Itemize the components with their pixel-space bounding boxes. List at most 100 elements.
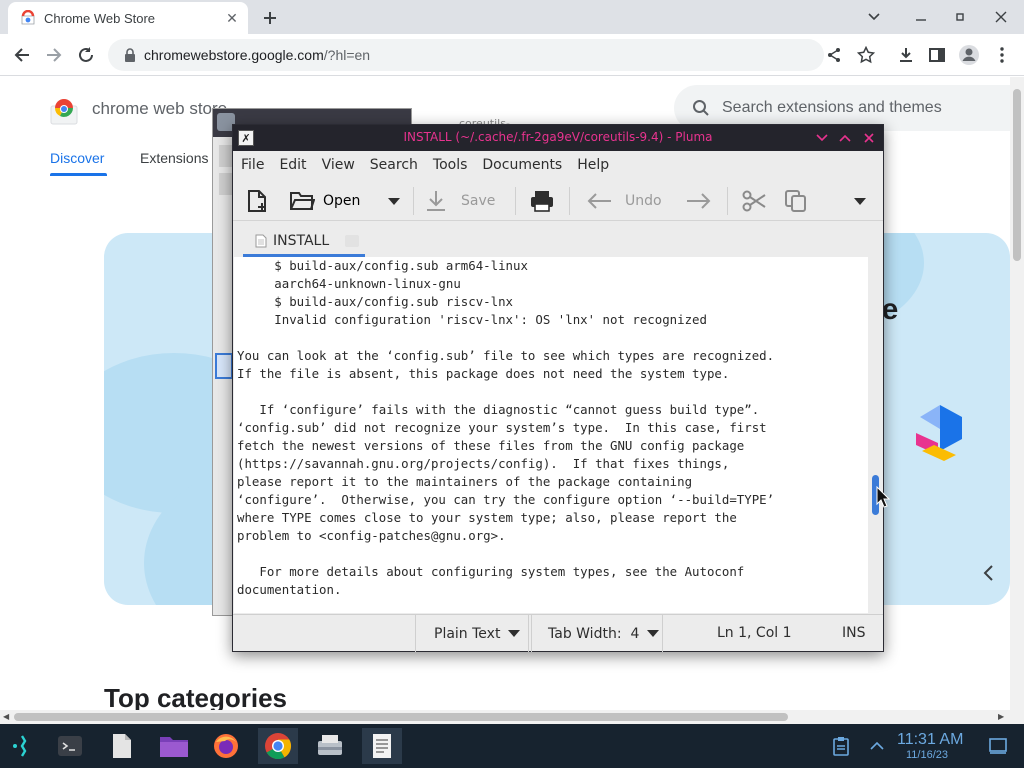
page-vertical-scrollbar[interactable] <box>1010 77 1024 710</box>
copy-icon <box>785 190 806 212</box>
save-download-icon <box>427 191 445 211</box>
chrome-icon[interactable] <box>258 728 298 764</box>
carousel-prev-chevron-icon[interactable] <box>976 561 1000 585</box>
file-manager-folder-icon[interactable] <box>154 728 194 764</box>
cut-button[interactable] <box>741 188 767 214</box>
archive-selected-row[interactable] <box>215 353 233 379</box>
side-panel-icon[interactable] <box>925 43 949 67</box>
scroll-right-arrow-icon[interactable]: ▶ <box>998 712 1004 721</box>
scrollbar-thumb[interactable] <box>14 713 788 721</box>
pluma-taskbar-icon[interactable] <box>362 728 402 764</box>
forward-arrow-icon[interactable] <box>42 43 66 67</box>
clock-date[interactable]: 11/16/23 <box>906 749 948 761</box>
clock-time[interactable]: 11:31 AM <box>897 731 963 749</box>
tab-width-dropdown[interactable]: Tab Width: 4 <box>531 615 663 652</box>
save-button[interactable]: Save <box>425 188 495 214</box>
plus-icon <box>264 12 276 24</box>
menu-file[interactable]: File <box>241 157 264 173</box>
chrome-webstore-favicon <box>21 10 35 25</box>
back-arrow-icon[interactable] <box>10 43 34 67</box>
pluma-statusbar: Plain Text Tab Width: 4 Ln 1, Col 1 INS <box>233 614 883 652</box>
section-heading: Top categories <box>104 683 288 710</box>
menu-edit[interactable]: Edit <box>279 157 306 173</box>
pluma-window-title: INSTALL (~/.cache/.fr-2ga9eV/coreutils-9… <box>403 130 713 144</box>
scrollbar-thumb[interactable] <box>1013 89 1021 261</box>
text-file-icon[interactable] <box>102 728 142 764</box>
cursor-position: Ln 1, Col 1 <box>717 625 792 641</box>
reload-icon[interactable] <box>74 43 98 67</box>
terminal-icon[interactable] <box>50 728 90 764</box>
pluma-window: ✗ INSTALL (~/.cache/.fr-2ga9eV/coreutils… <box>232 124 884 652</box>
taskbar: 11:31 AM 11/16/23 <box>0 724 1024 768</box>
document-tabs: INSTALL <box>233 221 883 257</box>
scroll-left-arrow-icon[interactable]: ◀ <box>3 712 9 721</box>
new-tab-button[interactable] <box>258 6 282 30</box>
download-icon[interactable] <box>894 43 918 67</box>
pluma-titlebar: ✗ INSTALL (~/.cache/.fr-2ga9eV/coreutils… <box>233 125 883 151</box>
profile-avatar-icon[interactable] <box>957 43 981 67</box>
browser-tab-title: Chrome Web Store <box>44 10 156 26</box>
printer-icon <box>531 191 553 212</box>
toolbar-separator <box>515 187 516 215</box>
menu-documents[interactable]: Documents <box>482 157 562 173</box>
toolbar-overflow-dropdown[interactable] <box>854 188 866 214</box>
insert-mode: INS <box>842 625 866 641</box>
maximize-icon[interactable] <box>836 129 854 147</box>
toolbar-separator <box>569 187 570 215</box>
browser-tab[interactable]: Chrome Web Store ✕ <box>8 2 248 34</box>
minimize-icon[interactable] <box>912 8 930 26</box>
scissors-icon <box>742 190 766 212</box>
close-icon[interactable]: ✕ <box>224 10 240 26</box>
address-bar[interactable]: chromewebstore.google.com/?hl=en <box>108 39 824 71</box>
mouse-pointer-icon <box>876 486 890 508</box>
show-desktop-icon[interactable] <box>984 728 1012 764</box>
new-document-button[interactable] <box>245 188 271 214</box>
search-icon <box>693 100 709 116</box>
open-recent-dropdown[interactable] <box>388 188 400 214</box>
search-placeholder: Search extensions and themes <box>722 99 942 116</box>
close-icon[interactable] <box>860 129 878 147</box>
menu-search[interactable]: Search <box>370 157 418 173</box>
text-editor-area[interactable]: $ build-aux/config.sub arm64-linux aarch… <box>234 257 868 613</box>
redo-button[interactable] <box>685 188 711 214</box>
webstore-title: chrome web store <box>92 99 228 118</box>
tray-chevron-up-icon[interactable] <box>864 728 890 764</box>
share-icon[interactable] <box>822 43 846 67</box>
tab-search-chevron-icon[interactable] <box>865 8 883 26</box>
close-tab-icon[interactable] <box>345 235 360 247</box>
chevron-down-icon <box>508 630 521 637</box>
syntax-mode-label: Plain Text <box>434 625 501 642</box>
firefox-icon[interactable] <box>206 728 246 764</box>
close-window-icon[interactable] <box>992 8 1010 26</box>
page-horizontal-scrollbar[interactable]: ◀ ▶ <box>0 710 1024 724</box>
archive-manager-icon[interactable] <box>310 728 350 764</box>
nav-extensions[interactable]: Extensions <box>140 150 208 166</box>
tab-width-label: Tab Width: 4 <box>548 625 640 642</box>
maximize-icon[interactable] <box>951 8 969 26</box>
print-button[interactable] <box>529 188 555 214</box>
editor-scrollbar[interactable] <box>868 257 883 613</box>
nav-discover[interactable]: Discover <box>50 150 104 166</box>
app-launcher-icon[interactable] <box>2 728 42 764</box>
document-text: $ build-aux/config.sub arm64-linux aarch… <box>237 258 775 597</box>
puzzle-illustration-icon <box>916 405 962 461</box>
menu-tools[interactable]: Tools <box>433 157 468 173</box>
nav-active-indicator <box>50 173 107 176</box>
copy-button[interactable] <box>783 188 809 214</box>
open-button[interactable]: Open <box>289 188 360 214</box>
menu-help[interactable]: Help <box>577 157 609 173</box>
chrome-menu-icon[interactable] <box>990 43 1014 67</box>
folder-open-icon <box>290 192 315 210</box>
syntax-mode-dropdown[interactable]: Plain Text <box>415 615 529 652</box>
undo-button[interactable]: Undo <box>587 188 662 214</box>
toolbar-separator <box>413 187 414 215</box>
menu-view[interactable]: View <box>322 157 355 173</box>
clipboard-icon[interactable] <box>828 728 854 764</box>
pluma-menubar: File Edit View Search Tools Documents He… <box>233 151 883 179</box>
text-file-icon <box>255 234 267 248</box>
open-label: Open <box>323 193 361 209</box>
bookmark-star-icon[interactable] <box>854 43 878 67</box>
minimize-icon[interactable] <box>813 129 831 147</box>
chevron-down-icon <box>388 197 400 205</box>
document-tab-install[interactable]: INSTALL <box>243 225 365 257</box>
